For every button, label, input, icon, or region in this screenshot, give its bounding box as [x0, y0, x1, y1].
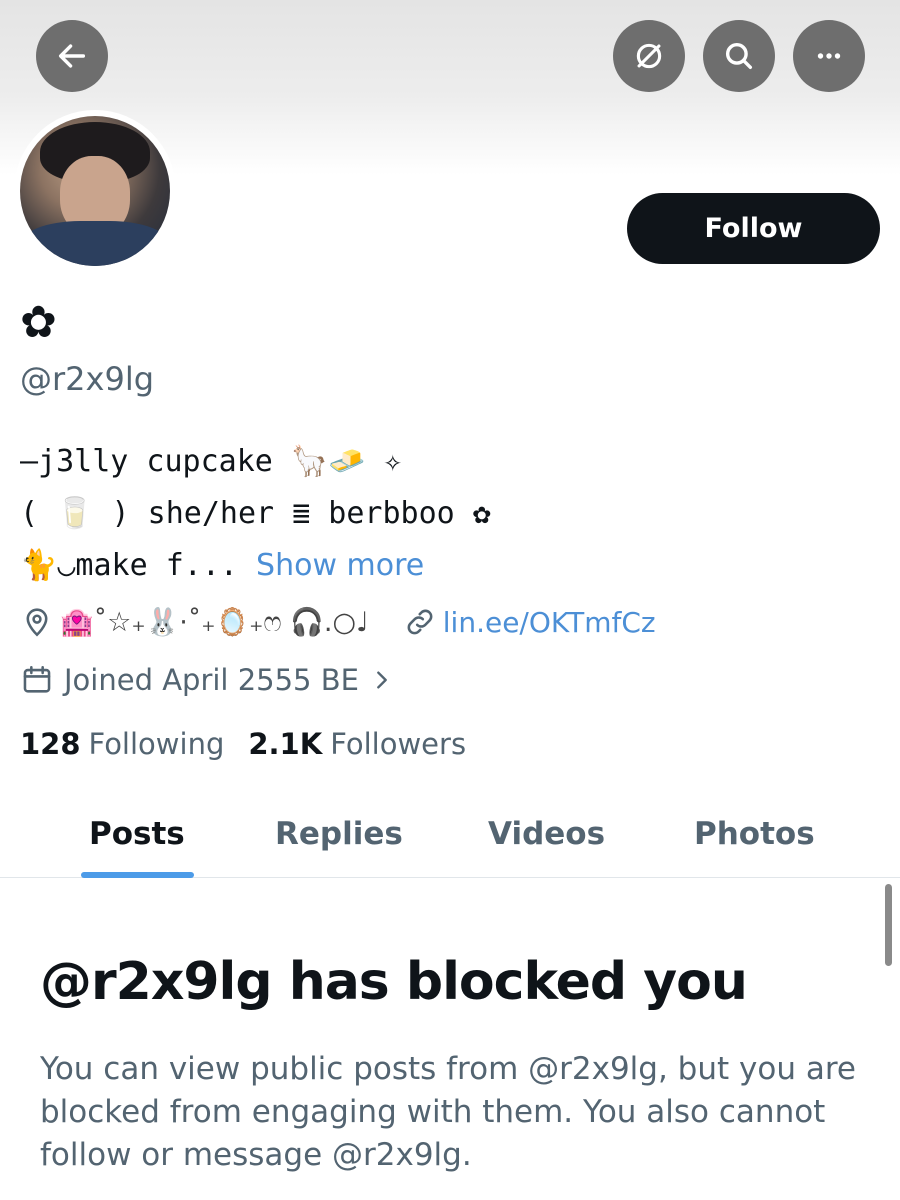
tab-replies[interactable]: Replies: [275, 790, 403, 878]
follow-button[interactable]: Follow: [627, 193, 880, 264]
tab-videos[interactable]: Videos: [488, 790, 605, 878]
more-options-button[interactable]: [793, 20, 865, 92]
profile-bio: —j3lly cupcake 🦙🧈 ✧ ( 🥛 ) she/her ≣ berb…: [20, 436, 880, 592]
ellipsis-icon: [817, 53, 841, 59]
hide-button[interactable]: [613, 20, 685, 92]
tab-photos[interactable]: Photos: [694, 790, 815, 878]
profile-tabs: Posts Replies Videos Photos: [0, 790, 900, 878]
chevron-right-icon: [377, 671, 387, 689]
scrollbar[interactable]: [885, 884, 892, 966]
bio-line-2: ( 🥛 ) she/her ≣ berbboo ✿: [20, 496, 491, 531]
follow-counts: 128 Following 2.1K Followers: [20, 722, 466, 766]
calendar-icon: [23, 665, 51, 693]
display-name: ✿: [20, 297, 57, 348]
bio-line-3: 🐈◡make f... Show more: [20, 540, 880, 592]
profile-page: Follow ✿ @r2x9lg —j3lly cupcake 🦙🧈 ✧ ( 🥛…: [0, 0, 900, 1200]
eye-slash-icon: [636, 43, 662, 69]
profile-meta: 🏩˚☆₊🐰·˚₊🪞₊ෆ 🎧.○♩ lin.ee/OKTmfCz: [20, 600, 880, 644]
show-more-link[interactable]: Show more: [256, 548, 424, 583]
bio-line-1: —j3lly cupcake 🦙🧈 ✧: [20, 444, 402, 479]
arrow-left-icon: [58, 44, 86, 68]
link-icon: [407, 609, 433, 635]
profile-link-text[interactable]: lin.ee/OKTmfCz: [443, 606, 656, 639]
search-icon: [725, 42, 753, 70]
profile-link[interactable]: lin.ee/OKTmfCz: [403, 605, 656, 639]
blocked-message: You can view public posts from @r2x9lg, …: [40, 1051, 856, 1173]
following-count: 128: [20, 727, 81, 761]
search-button[interactable]: [703, 20, 775, 92]
bio-line-3-text: 🐈◡make f...: [20, 548, 238, 583]
joined-text: Joined April 2555 BE: [64, 663, 359, 697]
following-label: Following: [88, 727, 225, 761]
location-pin-icon: [26, 608, 48, 637]
blocked-title: @r2x9lg has blocked you: [40, 952, 748, 1012]
active-tab-indicator: [81, 872, 194, 878]
profile-location: 🏩˚☆₊🐰·˚₊🪞₊ෆ 🎧.○♩: [60, 606, 369, 638]
followers-count: 2.1K: [248, 727, 323, 761]
avatar-photo: [20, 116, 170, 266]
profile-handle: @r2x9lg: [20, 360, 155, 398]
joined-date[interactable]: Joined April 2555 BE: [20, 658, 403, 702]
tab-posts[interactable]: Posts: [89, 790, 185, 878]
followers-label: Followers: [330, 727, 467, 761]
following-count-link[interactable]: 128 Following: [20, 727, 224, 761]
avatar[interactable]: [14, 110, 176, 272]
followers-count-link[interactable]: 2.1K Followers: [248, 727, 466, 761]
back-button[interactable]: [36, 20, 108, 92]
